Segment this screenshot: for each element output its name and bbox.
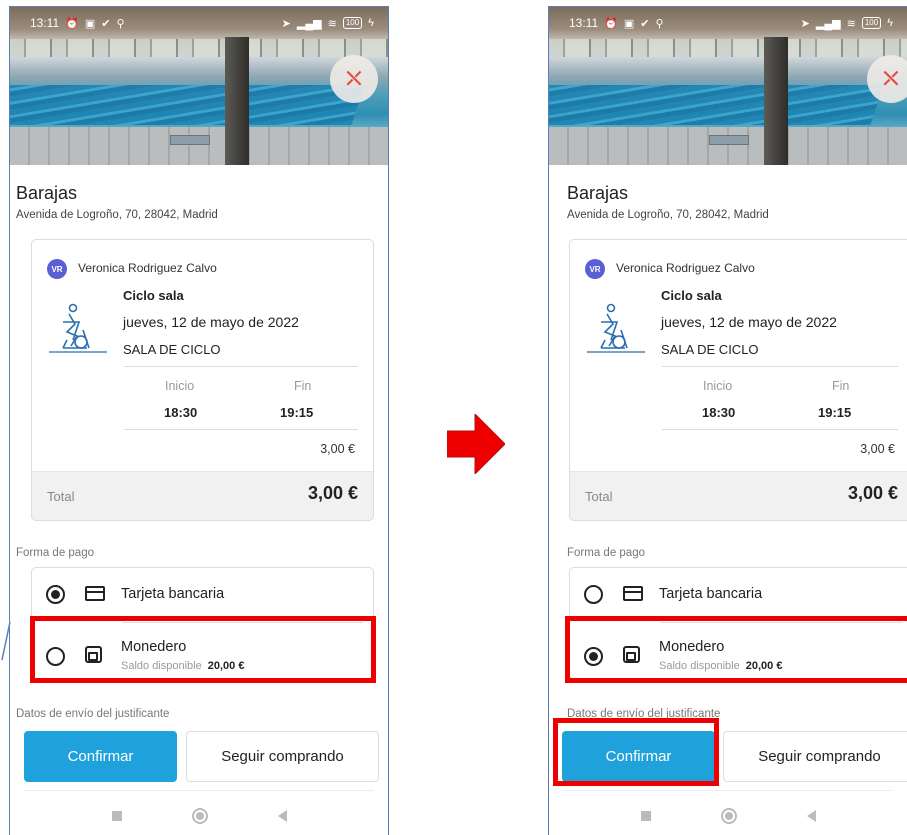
class-name: Ciclo sala bbox=[661, 288, 722, 303]
pointer-mark bbox=[1, 622, 11, 661]
start-time: 18:30 bbox=[164, 405, 198, 420]
gym-name: Barajas bbox=[567, 183, 629, 203]
start-label: Inicio bbox=[703, 379, 733, 393]
highlight-confirm-button-after bbox=[553, 718, 719, 786]
continue-shopping-button[interactable]: Seguir comprando bbox=[723, 731, 907, 782]
android-nav-bar bbox=[549, 795, 907, 835]
total-label: Total bbox=[585, 489, 613, 504]
battery-icon: 100 bbox=[861, 17, 882, 29]
radio-card[interactable] bbox=[584, 585, 603, 604]
confirm-button[interactable]: Confirmar bbox=[24, 731, 177, 782]
status-bar: 13:11 ⏰ ▣ ✔ ⚲ ➤ ▂▄▆ ≋ 100 ϟ bbox=[10, 7, 388, 39]
check-icon: ✔ bbox=[101, 17, 111, 30]
transition-arrow-icon bbox=[447, 414, 505, 474]
payment-section-label: Forma de pago bbox=[567, 547, 645, 559]
divider bbox=[124, 429, 358, 430]
check-icon: ✔ bbox=[640, 17, 650, 30]
end-label: Fin bbox=[832, 379, 850, 393]
highlight-wallet-option-before bbox=[30, 616, 376, 683]
status-time: 13:11 bbox=[569, 16, 599, 30]
location-icon: ⚲ bbox=[655, 17, 664, 30]
home-icon[interactable] bbox=[191, 808, 208, 824]
continue-shopping-button[interactable]: Seguir comprando bbox=[186, 731, 379, 782]
screen-before: 13:11 ⏰ ▣ ✔ ⚲ ➤ ▂▄▆ ≋ 100 ϟ ⛌ Barajas Av… bbox=[9, 6, 389, 835]
total-value: 3,00 € bbox=[847, 483, 898, 503]
notification-icon: ▣ bbox=[623, 17, 635, 30]
payment-option-card[interactable]: Tarjeta bancaria bbox=[570, 568, 907, 622]
battery-icon: 100 bbox=[342, 17, 363, 29]
total-value: 3,00 € bbox=[307, 483, 358, 503]
avatar: VR bbox=[585, 259, 605, 279]
card-option-label: Tarjeta bancaria bbox=[659, 586, 763, 602]
remove-cart-button[interactable]: ⛌ bbox=[867, 55, 907, 103]
divider bbox=[662, 366, 898, 367]
navigation-icon: ➤ bbox=[800, 17, 810, 30]
gym-address: Avenida de Logroño, 70, 28042, Madrid bbox=[567, 209, 769, 221]
remove-cart-button[interactable]: ⛌ bbox=[330, 55, 378, 103]
wifi-icon: ≋ bbox=[327, 17, 337, 30]
payment-section-label: Forma de pago bbox=[16, 547, 94, 559]
charging-icon: ϟ bbox=[368, 17, 374, 29]
cart-remove-icon: ⛌ bbox=[346, 67, 362, 90]
status-bar: 13:11 ⏰ ▣ ✔ ⚲ ➤ ▂▄▆ ≋ 100 ϟ bbox=[549, 7, 907, 39]
home-icon[interactable] bbox=[720, 808, 737, 824]
cycling-icon bbox=[49, 303, 107, 353]
screen-after: 13:11 ⏰ ▣ ✔ ⚲ ➤ ▂▄▆ ≋ 100 ϟ ⛌ Barajas Av… bbox=[548, 6, 907, 835]
total-row: Total 3,00 € bbox=[570, 471, 907, 520]
class-price: 3,00 € bbox=[860, 442, 895, 456]
signal-icon: ▂▄▆ bbox=[815, 17, 841, 30]
gym-address: Avenida de Logroño, 70, 28042, Madrid bbox=[16, 209, 218, 221]
divider bbox=[662, 429, 898, 430]
android-nav-bar bbox=[10, 795, 388, 835]
wifi-icon: ≋ bbox=[846, 17, 856, 30]
recent-apps-icon[interactable] bbox=[111, 811, 122, 821]
back-icon[interactable] bbox=[277, 810, 287, 822]
charging-icon: ϟ bbox=[887, 17, 893, 29]
avatar: VR bbox=[47, 259, 67, 279]
end-time: 19:15 bbox=[280, 405, 314, 420]
radio-card[interactable] bbox=[46, 585, 65, 604]
start-time: 18:30 bbox=[702, 405, 736, 420]
class-date: jueves, 12 de mayo de 2022 bbox=[123, 314, 299, 330]
notification-icon: ▣ bbox=[84, 17, 96, 30]
booking-summary: Barajas Avenida de Logroño, 70, 28042, M… bbox=[10, 165, 388, 835]
divider bbox=[124, 366, 358, 367]
recent-apps-icon[interactable] bbox=[640, 811, 651, 821]
class-room: SALA DE CICLO bbox=[123, 342, 221, 357]
total-row: Total 3,00 € bbox=[32, 471, 373, 520]
location-icon: ⚲ bbox=[116, 17, 125, 30]
class-room: SALA DE CICLO bbox=[661, 342, 759, 357]
credit-card-icon bbox=[85, 586, 105, 601]
credit-card-icon bbox=[623, 586, 643, 601]
end-label: Fin bbox=[294, 379, 312, 393]
instructor-name: Veronica Rodriguez Calvo bbox=[78, 261, 217, 275]
cycling-icon bbox=[587, 303, 645, 353]
signal-icon: ▂▄▆ bbox=[296, 17, 322, 30]
alarm-icon: ⏰ bbox=[604, 17, 618, 30]
back-icon[interactable] bbox=[806, 810, 816, 822]
instructor-name: Veronica Rodriguez Calvo bbox=[616, 261, 755, 275]
end-time: 19:15 bbox=[818, 405, 852, 420]
class-date: jueves, 12 de mayo de 2022 bbox=[661, 314, 837, 330]
booking-card: VR Veronica Rodriguez Calvo Ciclo sala j… bbox=[31, 239, 374, 521]
class-price: 3,00 € bbox=[320, 442, 355, 456]
divider bbox=[563, 790, 893, 791]
status-time: 13:11 bbox=[30, 16, 60, 30]
cart-remove-icon: ⛌ bbox=[883, 67, 899, 90]
total-label: Total bbox=[47, 489, 75, 504]
class-name: Ciclo sala bbox=[123, 288, 184, 303]
alarm-icon: ⏰ bbox=[65, 17, 79, 30]
highlight-wallet-option-after bbox=[565, 616, 907, 683]
payment-option-card[interactable]: Tarjeta bancaria bbox=[32, 568, 373, 622]
start-label: Inicio bbox=[165, 379, 195, 393]
gym-name: Barajas bbox=[16, 183, 78, 203]
navigation-icon: ➤ bbox=[281, 17, 291, 30]
card-option-label: Tarjeta bancaria bbox=[121, 586, 225, 602]
receipt-section-label: Datos de envío del justificante bbox=[16, 708, 170, 720]
divider bbox=[24, 790, 374, 791]
booking-card: VR Veronica Rodriguez Calvo Ciclo sala j… bbox=[569, 239, 907, 521]
